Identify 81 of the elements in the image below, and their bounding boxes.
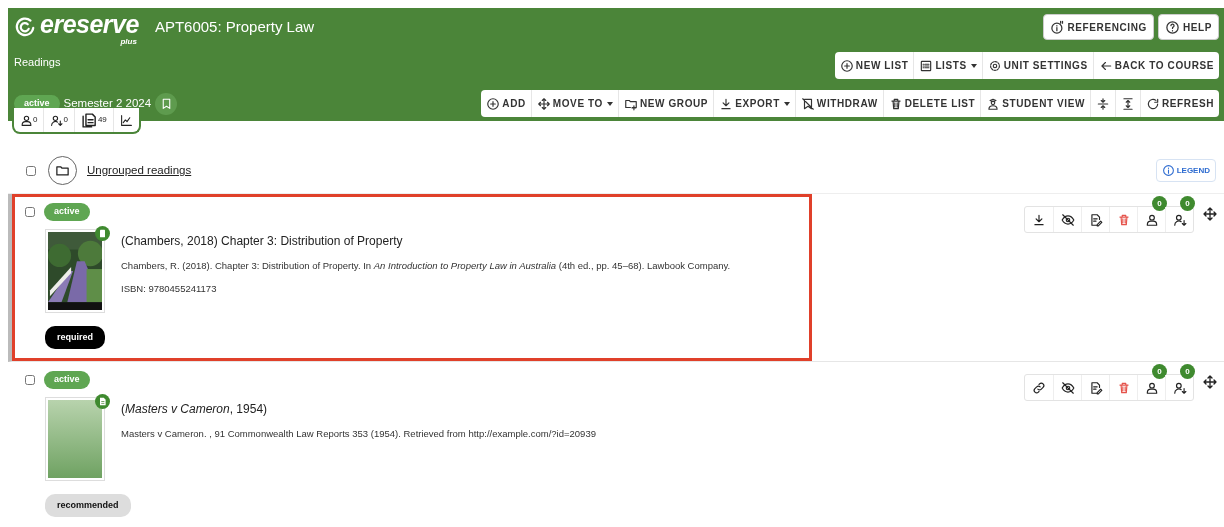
plus-circle-icon bbox=[839, 58, 854, 73]
count-badge: 0 bbox=[1152, 196, 1167, 211]
toolbar-button[interactable]: STUDENT VIEW bbox=[980, 90, 1090, 117]
person-icon bbox=[1144, 212, 1159, 227]
count-badge: 0 bbox=[1152, 364, 1167, 379]
semester-label: Semester 2 2024 bbox=[63, 95, 152, 111]
eye-slash-icon bbox=[1060, 380, 1075, 395]
trash-icon bbox=[888, 96, 903, 111]
group-link[interactable]: Ungrouped readings bbox=[87, 161, 192, 180]
info-quote-icon bbox=[1049, 19, 1065, 35]
move-icon bbox=[536, 96, 551, 111]
drag-handle[interactable] bbox=[1202, 372, 1218, 390]
toolbar-button[interactable]: NEW GROUP bbox=[617, 90, 714, 117]
toolbar-button[interactable]: DELETE LIST bbox=[882, 90, 981, 117]
count-badge: 0 bbox=[1180, 364, 1195, 379]
toolbar-button[interactable]: EXPORT bbox=[713, 90, 795, 117]
person-icon bbox=[20, 113, 33, 127]
collapse-icon bbox=[1096, 96, 1110, 111]
stat-count: 0 bbox=[33, 114, 38, 126]
refresh-icon bbox=[1146, 96, 1160, 111]
folder-icon bbox=[55, 163, 70, 178]
reading-title: (Chambers, 2018) Chapter 3: Distribution of Property bbox=[121, 232, 404, 250]
toolbar-button[interactable]: UNIT SETTINGS bbox=[981, 52, 1093, 79]
person-arrow-icon bbox=[50, 113, 64, 127]
header-button[interactable]: HELP bbox=[1157, 14, 1219, 40]
reading-checkbox[interactable] bbox=[25, 374, 35, 385]
legend-button[interactable]: LEGEND bbox=[1155, 159, 1216, 182]
link-icon bbox=[1032, 380, 1046, 395]
trash-icon bbox=[1116, 380, 1131, 395]
toolbar-button[interactable]: MOVE TO bbox=[530, 90, 618, 117]
move-icon bbox=[1202, 373, 1218, 390]
stat-count: 49 bbox=[97, 114, 107, 126]
drag-handle[interactable] bbox=[1202, 204, 1218, 222]
status-tag: active bbox=[44, 203, 90, 221]
toolbar-button[interactable]: WITHDRAW bbox=[794, 90, 883, 117]
breadcrumb: Readings bbox=[14, 55, 61, 70]
group-checkbox[interactable] bbox=[26, 165, 36, 176]
tag-label: recommended bbox=[45, 493, 131, 517]
bookmark-button[interactable] bbox=[155, 92, 178, 115]
expand-icon bbox=[1121, 96, 1135, 111]
status-tag: active bbox=[44, 371, 90, 389]
logo-icon bbox=[14, 16, 36, 38]
gear-icon bbox=[987, 58, 1002, 73]
chart-icon bbox=[119, 113, 133, 127]
caret-icon bbox=[970, 63, 977, 68]
info-icon bbox=[1161, 164, 1175, 177]
tag-label: required bbox=[45, 325, 105, 349]
plus-circle-icon bbox=[486, 96, 501, 111]
list-icon bbox=[919, 58, 934, 73]
logo-text: ereserve bbox=[40, 10, 139, 38]
logo-subtext: plus bbox=[120, 36, 137, 48]
toolbar-button[interactable]: NEW LIST bbox=[834, 52, 914, 79]
caret-icon bbox=[606, 101, 613, 106]
person-arrow-icon bbox=[1172, 212, 1187, 227]
reading-checkbox[interactable] bbox=[25, 206, 35, 217]
help-icon bbox=[1164, 19, 1180, 35]
toolbar-button[interactable]: LISTS bbox=[913, 52, 982, 79]
reading-title: (Masters v Cameron, 1954) bbox=[121, 400, 269, 418]
toolbar-button[interactable]: BACK TO COURSE bbox=[1092, 52, 1219, 79]
bookmark-slash-icon bbox=[800, 96, 815, 111]
citation-text: Masters v Cameron. , 91 Commonwealth Law Reports 353 (1954). Retrieved from http://example.com/?id=20939 bbox=[121, 426, 596, 441]
caret-icon bbox=[783, 101, 790, 106]
stat-count: 0 bbox=[63, 114, 68, 126]
trash-icon bbox=[1116, 212, 1131, 227]
document-icon bbox=[80, 111, 98, 129]
eye-slash-icon bbox=[1060, 212, 1075, 227]
edit-icon bbox=[1088, 380, 1103, 395]
toolbar-button[interactable]: ADD bbox=[481, 90, 531, 117]
header-button[interactable]: REFERENCING bbox=[1042, 14, 1154, 40]
course-title: APT6005: Property Law bbox=[154, 16, 315, 37]
count-badge: 0 bbox=[1180, 196, 1195, 211]
person-arrow-icon bbox=[1172, 380, 1187, 395]
citation-text: Chambers, R. (2018). Chapter 3: Distribution of Property. In An Introduction to Property Law in Australia (4th ed., pp. 45–68). Lawbook Company. bbox=[121, 258, 731, 273]
person-icon bbox=[1144, 380, 1159, 395]
move-icon bbox=[1202, 205, 1218, 222]
isbn-text: ISBN: 9780455241173 bbox=[121, 281, 218, 296]
toolbar-button[interactable]: REFRESH bbox=[1140, 90, 1219, 117]
person-icon bbox=[986, 96, 1001, 111]
download-icon bbox=[1032, 212, 1046, 227]
edit-icon bbox=[1088, 212, 1103, 227]
download-icon bbox=[719, 96, 734, 111]
